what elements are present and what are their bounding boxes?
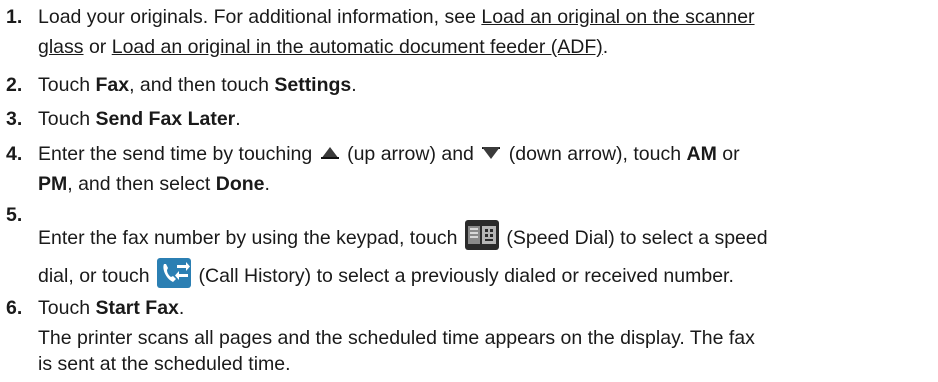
step-text-line: dial, or touch (Call History) to select …: [38, 258, 734, 292]
step-text-line: Touch Start Fax.: [38, 297, 184, 320]
step-text: Load your originals. For additional info…: [38, 6, 482, 28]
step-note-line: is sent at the scheduled time.: [38, 353, 291, 375]
step-text: .: [351, 74, 357, 96]
pm-label: PM: [38, 173, 68, 195]
start-fax-label: Start Fax: [95, 297, 179, 319]
step-text: (up arrow) and: [341, 143, 480, 165]
step-text: (Speed Dial) to select a speed: [500, 227, 768, 250]
step-text: .: [178, 297, 185, 319]
settings-label: Settings: [274, 74, 352, 96]
step-text: Touch: [38, 74, 96, 96]
step-number: 5.: [6, 204, 23, 226]
step-number: 1.: [6, 6, 23, 28]
up-arrow-icon: [320, 146, 340, 160]
step-number: 3.: [6, 108, 23, 130]
step-text: .: [235, 108, 241, 130]
step-text-line: Touch Fax, and then touch Settings.: [38, 74, 357, 97]
step-text: .: [602, 36, 609, 58]
step-number: 6.: [6, 297, 23, 319]
step-number: 4.: [6, 143, 23, 165]
step-number: 2.: [6, 74, 23, 96]
scanner-glass-link-cont[interactable]: glass: [38, 36, 84, 58]
step-text-line: glass or Load an original in the automat…: [38, 36, 608, 59]
step-text: , and then touch: [129, 74, 275, 96]
scanner-glass-link[interactable]: Load an original on the scanner: [481, 6, 754, 28]
step-text: Enter the send time by touching: [38, 143, 318, 165]
step-note-line: The printer scans all pages and the sche…: [38, 327, 755, 349]
call-history-icon: [157, 258, 192, 288]
step-text-line: Load your originals. For additional info…: [38, 6, 755, 29]
done-label: Done: [215, 173, 265, 195]
speed-dial-icon: [464, 220, 499, 250]
am-label: AM: [686, 143, 717, 165]
step-text: (down arrow), touch: [503, 143, 687, 165]
fax-label: Fax: [95, 74, 130, 96]
step-text: , and then select: [67, 173, 216, 195]
step-text: or: [83, 36, 112, 58]
step-text: dial, or touch: [38, 265, 156, 288]
step-text-line: Enter the send time by touching (up arro…: [38, 143, 740, 166]
step-text-line: PM, and then select Done.: [38, 173, 270, 196]
step-text-line: Enter the fax number by using the keypad…: [38, 220, 768, 254]
step-text: Enter the fax number by using the keypad…: [38, 227, 463, 250]
instruction-document: 1. Load your originals. For additional i…: [0, 0, 938, 382]
step-text: Touch: [38, 108, 96, 130]
adf-link[interactable]: Load an original in the automatic docume…: [112, 36, 603, 58]
step-text: .: [264, 173, 270, 195]
send-fax-later-label: Send Fax Later: [95, 108, 236, 130]
step-text-line: Touch Send Fax Later.: [38, 108, 241, 131]
step-text: or: [716, 143, 740, 165]
step-text: Touch: [38, 297, 96, 319]
step-text: (Call History) to select a previously di…: [193, 265, 734, 288]
down-arrow-icon: [481, 146, 501, 160]
